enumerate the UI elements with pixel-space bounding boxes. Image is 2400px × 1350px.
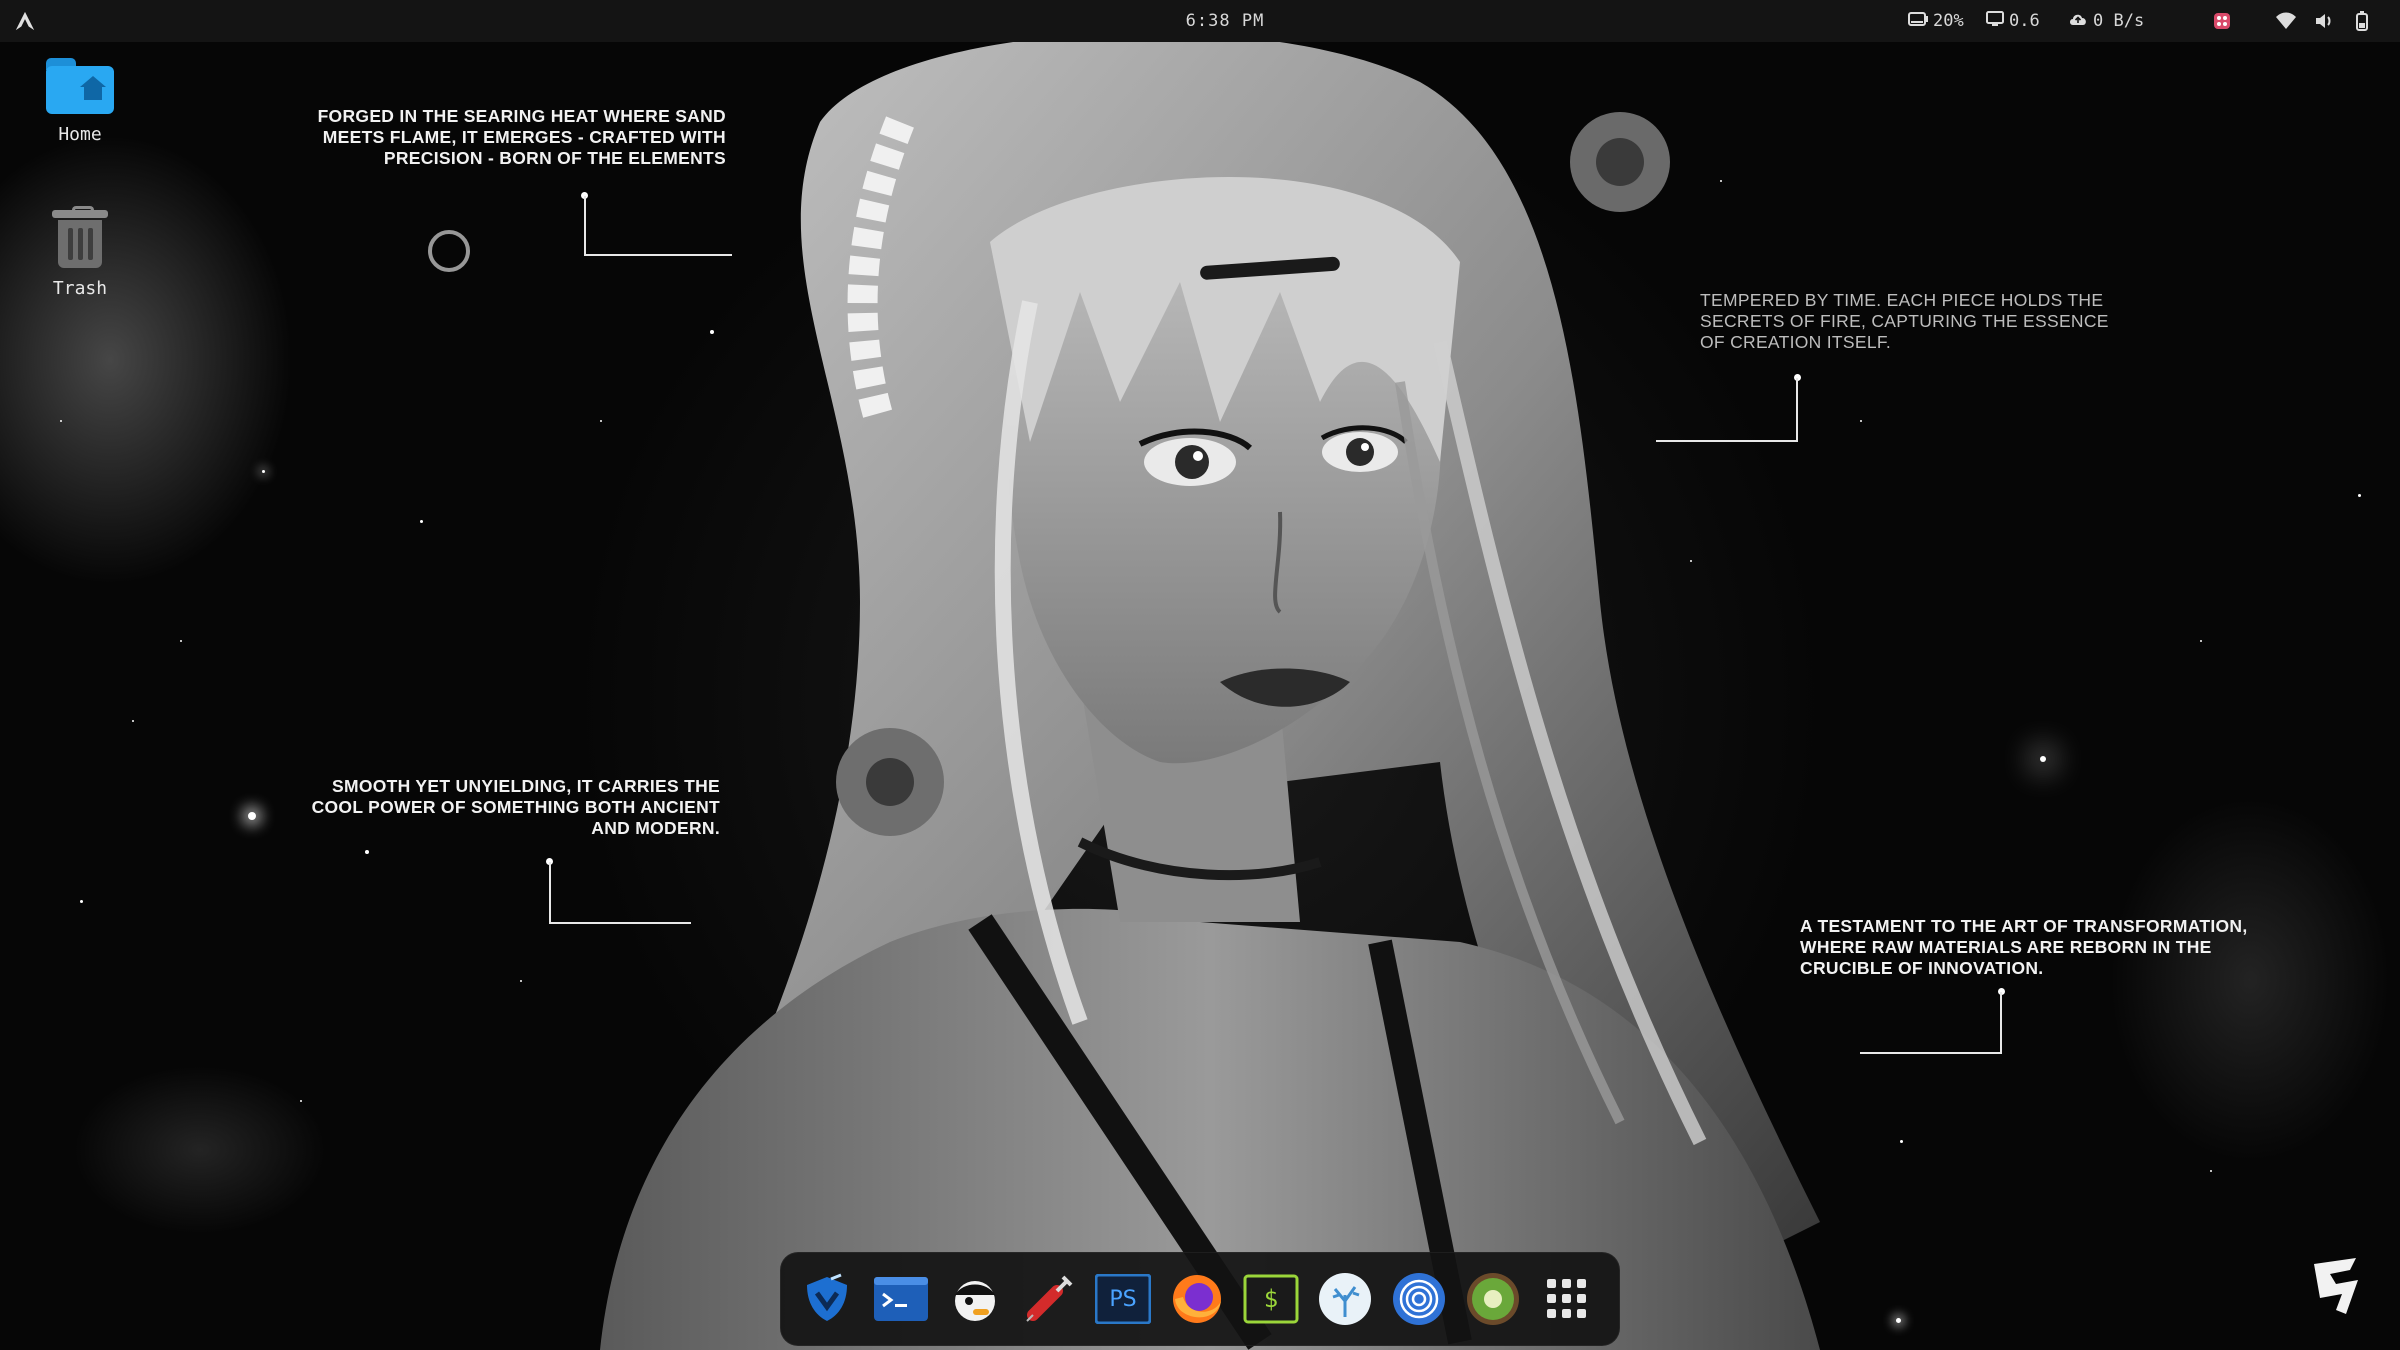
annotation-text: SMOOTH YET UNYIELDING, IT CARRIES THE CO… [311,776,720,838]
dock-item-syringe-app[interactable] [1021,1271,1077,1327]
fingerprint-icon [1393,1273,1445,1325]
syringe-icon [1026,1275,1073,1322]
terminal-icon [874,1277,928,1321]
dock-item-coral-app[interactable] [1317,1271,1373,1327]
shell-label: $ [1263,1285,1279,1313]
brand-logo-icon [2314,1258,2358,1314]
folder-home-icon [46,58,114,114]
shield-app-icon [807,1273,847,1321]
desktop-icon-trash[interactable]: Trash [30,206,130,299]
coral-icon [1319,1273,1371,1325]
dock-item-app-grid[interactable] [1539,1271,1595,1327]
battery-value: 20% [1933,11,1964,31]
annotation-text: FORGED IN THE SEARING HEAT WHERE SAND ME… [317,106,726,168]
dock-item-shield-app[interactable] [799,1271,855,1327]
desktop-icon-home[interactable]: Home [30,58,130,145]
network-speed-indicator[interactable]: 0 B/s [2068,0,2144,42]
tray-app-icon[interactable] [2212,0,2232,42]
battery-indicator[interactable]: 20% [1908,0,1964,42]
network-speed-value: 0 B/s [2093,11,2145,31]
monitor-icon [1986,10,2004,32]
volume-icon[interactable] [2314,0,2334,42]
wifi-icon[interactable] [2276,0,2296,42]
dock-item-firefox[interactable] [1169,1271,1225,1327]
dock-item-pirate-app[interactable] [947,1271,1003,1327]
battery-tray-icon[interactable] [2356,0,2368,42]
powershell-label: PS [1109,1286,1137,1312]
cpu-indicator[interactable]: 0.6 [1986,0,2040,42]
dock-item-shell[interactable]: $ [1243,1271,1299,1327]
desktop-icon-label: Home [58,124,102,145]
trash-icon [52,206,108,270]
pirate-icon [955,1281,995,1321]
dock: PS $ [780,1252,1620,1346]
top-panel: 6:38 PM 20% 0.6 0 B/s [0,0,2400,42]
cloud-upload-icon [2068,11,2088,31]
annotation-text: A TESTAMENT TO THE ART OF TRANSFORMATION… [1800,916,2248,978]
cpu-value: 0.6 [2009,11,2040,31]
desktop[interactable]: 6:38 PM 20% 0.6 0 B/s Home Trash FORGED … [0,0,2400,1350]
dock-item-powershell[interactable]: PS [1095,1271,1151,1327]
app-grid-icon [1547,1279,1586,1318]
firefox-icon [1173,1275,1221,1323]
annotation-text: TEMPERED BY TIME. EACH PIECE HOLDS THE S… [1700,290,2109,352]
kiwi-icon [1467,1273,1519,1325]
clock[interactable]: 6:38 PM [1160,0,1290,42]
dock-item-kiwi-app[interactable] [1465,1271,1521,1327]
arch-logo-icon[interactable] [14,0,40,42]
battery-icon [1908,11,1928,31]
dock-item-terminal[interactable] [873,1271,929,1327]
desktop-icon-label: Trash [52,278,108,299]
dock-item-fingerprint-app[interactable] [1391,1271,1447,1327]
wallpaper-artwork [600,42,1820,1350]
